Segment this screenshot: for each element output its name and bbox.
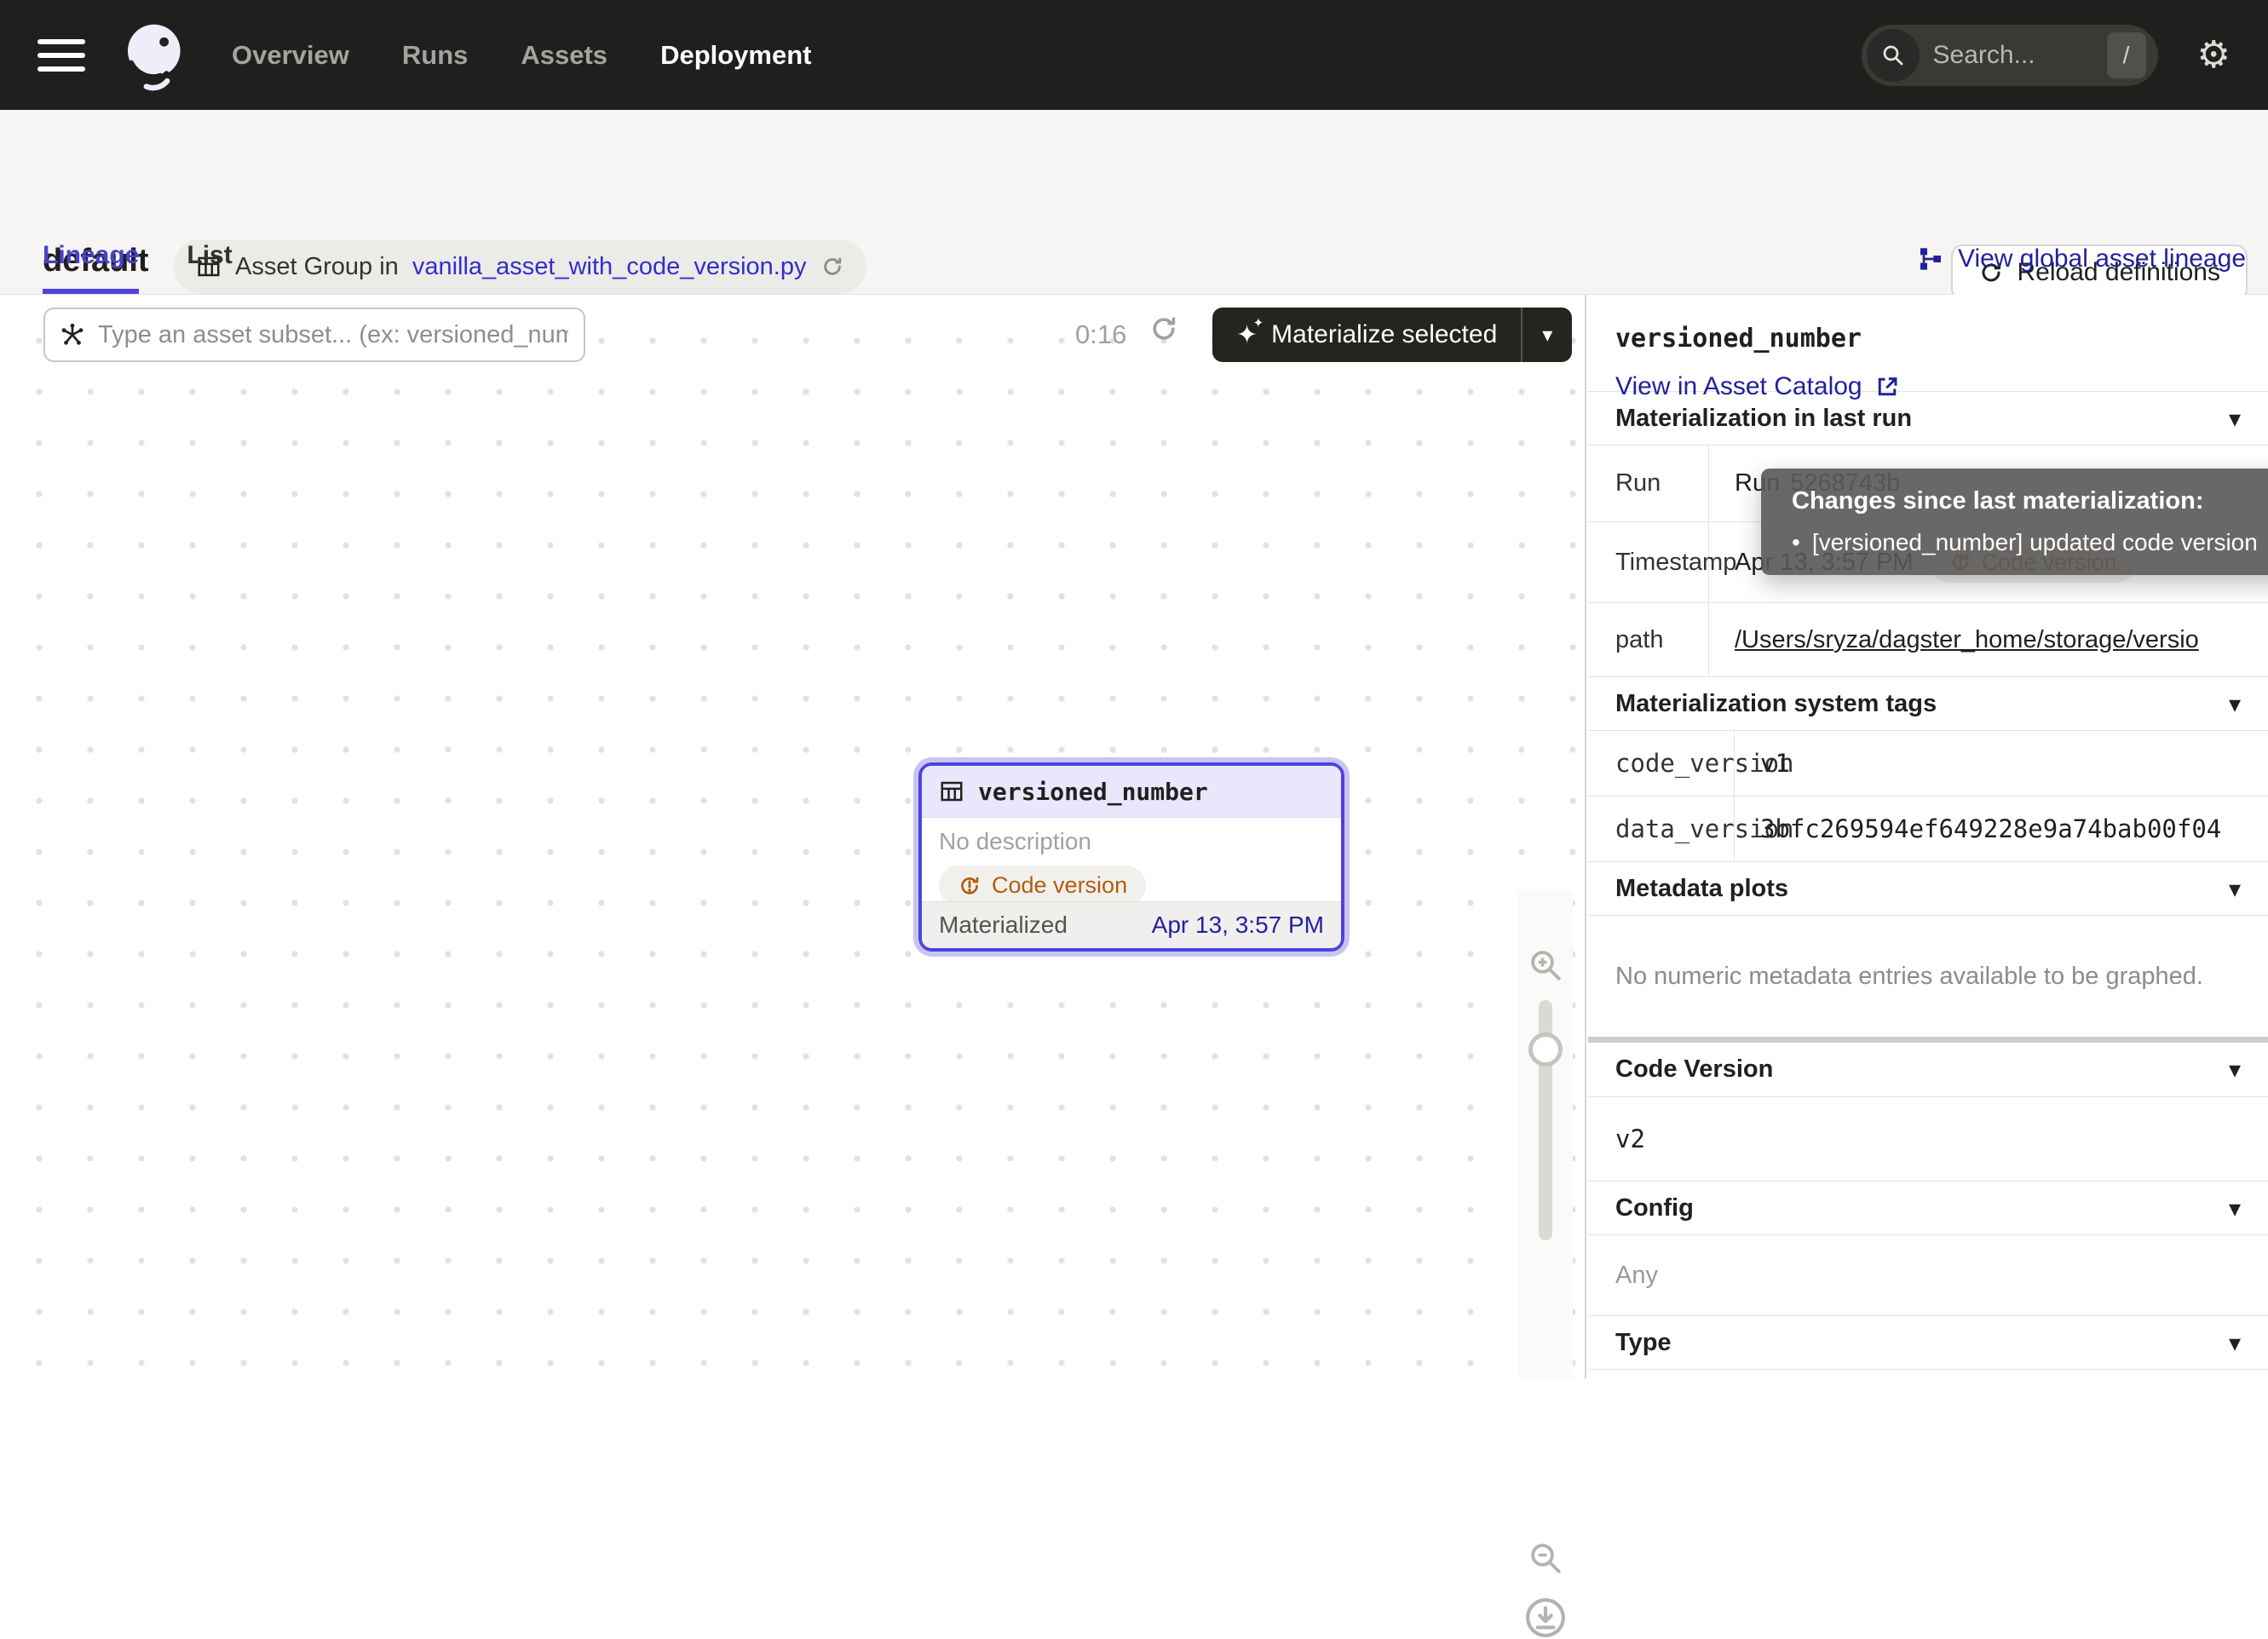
chevron-down-icon: ▾: [2229, 405, 2241, 433]
refresh-countdown: 0:16: [1075, 308, 1126, 362]
menu-icon[interactable]: [37, 39, 85, 72]
asset-graph-canvas[interactable]: 0:16 ✦✦ Materialize selected ▾ versioned…: [0, 295, 1586, 1378]
search-icon: [1867, 29, 1920, 82]
section-type[interactable]: Type ▾: [1588, 1315, 2268, 1369]
chevron-down-icon: ▾: [2229, 1329, 2241, 1357]
nav-runs[interactable]: Runs: [402, 40, 469, 71]
tab-lineage[interactable]: Lineage: [43, 241, 139, 294]
row-path: path /Users/sryza/dagster_home/storage/v…: [1588, 602, 2268, 676]
tag-value: 3bfc269594ef649228e9a74bab00f04: [1735, 796, 2268, 861]
materialized-status-label: Materialized: [939, 912, 1068, 939]
zoom-slider-thumb[interactable]: [1528, 1032, 1563, 1067]
path-link[interactable]: /Users/sryza/dagster_home/storage/versio: [1735, 626, 2199, 654]
view-tabs: Lineage List: [43, 241, 233, 294]
asset-subset-filter[interactable]: [43, 308, 585, 362]
breadcrumb-refresh-icon[interactable]: [820, 255, 844, 279]
run-value-prefix: Run: [1735, 469, 1780, 497]
code-version-changed-icon: [1949, 551, 1972, 573]
asset-node-footer: Materialized Apr 13, 3:57 PM: [922, 901, 1341, 948]
lineage-icon: [1917, 245, 1944, 273]
breadcrumb-file-link[interactable]: vanilla_asset_with_code_version.py: [412, 253, 807, 281]
run-id-link[interactable]: 5268743b: [1790, 469, 1900, 497]
top-navigation-bar: Overview Runs Assets Deployment / ⚙: [0, 0, 2268, 110]
page-header: default Asset Group in vanilla_asset_wit…: [0, 110, 2268, 295]
chevron-down-icon: ▾: [2229, 875, 2241, 903]
tag-key: code_version: [1588, 731, 1735, 796]
zoom-slider-track[interactable]: [1539, 1000, 1552, 1240]
sparkle-icon: ✦✦: [1236, 320, 1258, 350]
tag-key: data_version: [1588, 796, 1735, 861]
tag-value: v1: [1735, 731, 2268, 796]
search-shortcut-badge: /: [2107, 32, 2146, 78]
section-metadata-plots[interactable]: Metadata plots ▾: [1588, 861, 2268, 915]
row-run-label: Run: [1588, 446, 1709, 521]
breadcrumb-prefix: Asset Group in: [235, 253, 399, 281]
breadcrumb: Asset Group in vanilla_asset_with_code_v…: [174, 239, 866, 294]
nav-overview[interactable]: Overview: [232, 40, 349, 71]
global-search[interactable]: /: [1862, 25, 2158, 86]
section-header-label: Config: [1615, 1194, 1694, 1222]
global-lineage-label: View global asset lineage: [1958, 244, 2246, 273]
section-header-label: Metadata plots: [1615, 875, 1788, 903]
materialize-selected-button[interactable]: ✦✦ Materialize selected: [1212, 308, 1521, 362]
zoom-in-icon[interactable]: [1528, 947, 1563, 983]
asset-node-header: versioned_number: [922, 766, 1341, 818]
materialized-timestamp[interactable]: Apr 13, 3:57 PM: [1152, 912, 1324, 939]
section-header-label: Type: [1615, 1329, 1672, 1357]
asset-node-versioned-number[interactable]: versioned_number No description Code ver…: [918, 762, 1344, 952]
op-selector-icon: [59, 321, 86, 348]
nav-deployment[interactable]: Deployment: [660, 40, 811, 71]
materialize-selected-label: Materialize selected: [1271, 320, 1497, 349]
section-config[interactable]: Config ▾: [1588, 1181, 2268, 1234]
code-version-badge-label: Code version: [1982, 549, 2117, 576]
tab-list[interactable]: List: [187, 241, 232, 294]
code-version-value: v2: [1588, 1096, 2268, 1181]
row-timestamp: Timestamp Apr 13, 3:57 PM Code version: [1588, 521, 2268, 602]
nav-assets[interactable]: Assets: [521, 40, 607, 71]
materialize-selected-split-button: ✦✦ Materialize selected ▾: [1212, 308, 1572, 362]
section-header-label: Materialization system tags: [1615, 690, 1937, 718]
chevron-down-icon: ▾: [2229, 690, 2241, 718]
view-in-asset-catalog-link[interactable]: View in Asset Catalog: [1615, 372, 1900, 401]
row-path-label: path: [1588, 603, 1709, 676]
asset-node-name: versioned_number: [978, 778, 1208, 806]
graph-zoom-controls: [1518, 891, 1573, 1378]
sidebar-asset-name: versioned_number: [1615, 324, 2241, 354]
row-data-version-tag: data_version 3bfc269594ef649228e9a74bab0…: [1588, 796, 2268, 861]
code-version-badge: Code version: [1931, 543, 2136, 583]
code-version-badge-label: Code version: [992, 872, 1127, 899]
chevron-down-icon: ▾: [2229, 1194, 2241, 1222]
external-link-icon: [1874, 374, 1900, 400]
primary-nav: Overview Runs Assets Deployment: [232, 40, 811, 71]
zoom-out-icon[interactable]: [1528, 1540, 1563, 1576]
code-version-changed-icon: [958, 874, 981, 898]
chevron-down-icon: ▾: [2229, 1055, 2241, 1084]
dagster-logo[interactable]: [116, 19, 189, 92]
download-graph-icon[interactable]: [1524, 1596, 1567, 1639]
timestamp-value: Apr 13, 3:57 PM: [1735, 549, 1914, 577]
search-input[interactable]: [1920, 41, 2107, 70]
code-version-badge: Code version: [939, 866, 1146, 906]
metadata-plots-empty-message: No numeric metadata entries available to…: [1588, 915, 2268, 1037]
asset-node-description: No description: [939, 828, 1324, 855]
row-code-version-tag: code_version v1: [1588, 730, 2268, 796]
view-global-asset-lineage-link[interactable]: View global asset lineage: [1917, 244, 2246, 273]
materialize-options-caret[interactable]: ▾: [1523, 308, 1572, 362]
section-code-version[interactable]: Code Version ▾: [1588, 1043, 2268, 1096]
table-icon: [939, 779, 964, 804]
asset-subset-input[interactable]: [96, 320, 570, 350]
graph-refresh-icon[interactable]: [1148, 313, 1179, 348]
asset-details-sidebar: versioned_number View in Asset Catalog M…: [1588, 295, 2268, 1378]
section-header-label: Code Version: [1615, 1055, 1773, 1084]
panel-divider: [1588, 1037, 2268, 1043]
row-timestamp-label: Timestamp: [1588, 522, 1709, 602]
section-materialization-system-tags[interactable]: Materialization system tags ▾: [1588, 676, 2268, 730]
row-run: Run Run 5268743b: [1588, 445, 2268, 521]
catalog-link-label: View in Asset Catalog: [1615, 372, 1862, 401]
gear-icon[interactable]: ⚙: [2197, 37, 2231, 74]
config-value: Any: [1588, 1234, 2268, 1315]
section-header-label: Materialization in last run: [1615, 405, 1912, 433]
